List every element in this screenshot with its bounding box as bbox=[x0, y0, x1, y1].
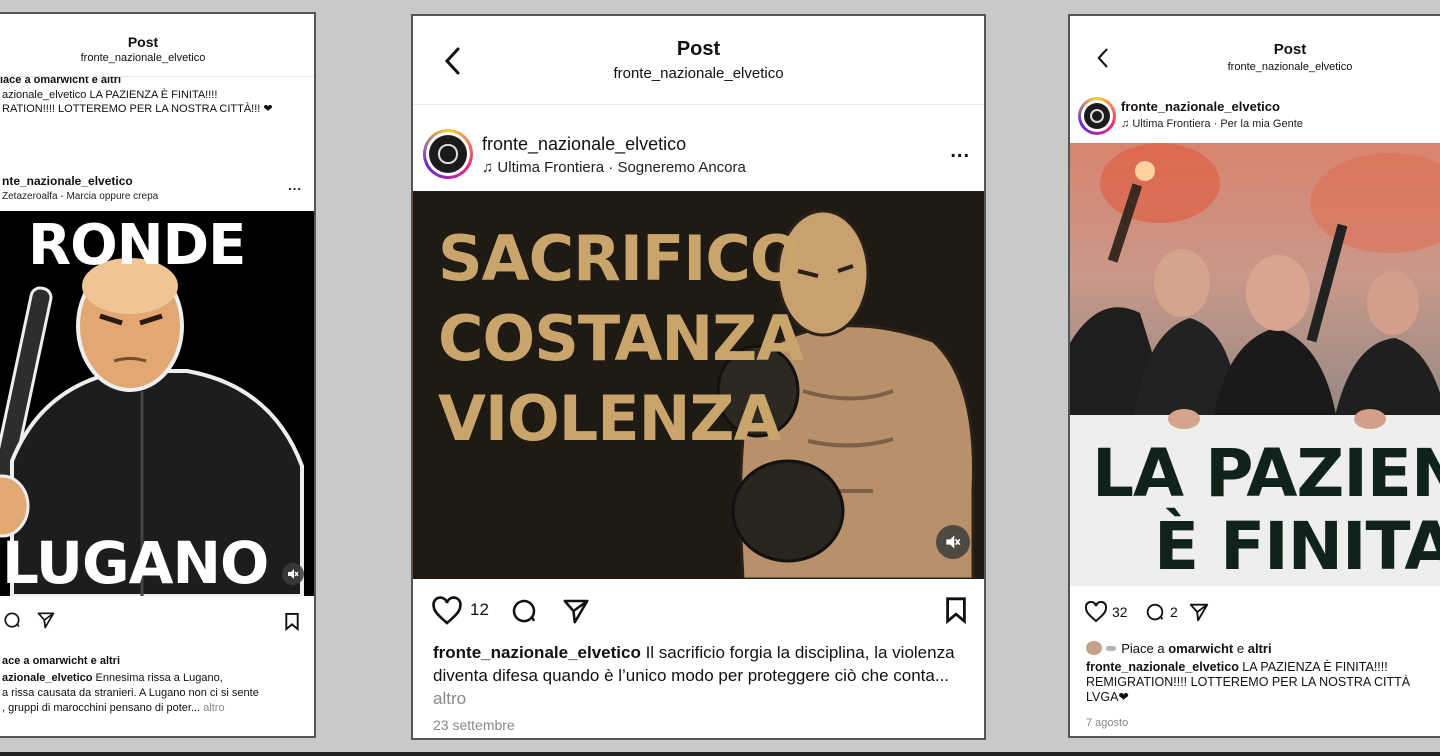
comment-icon[interactable] bbox=[1144, 601, 1166, 623]
right-comment-count[interactable]: 2 bbox=[1170, 604, 1178, 620]
mid-music: Ultima Frontiera · Sogneremo Ancora bbox=[497, 159, 746, 176]
mid-poster-line-3: VIOLENZA bbox=[438, 382, 781, 455]
right-likes-row[interactable]: Piace a omarwicht e altri bbox=[1086, 641, 1272, 656]
right-music-row[interactable]: ♫ Ultima Frontiera · Per la mia Gente bbox=[1121, 118, 1303, 130]
liker-avatars bbox=[1086, 641, 1102, 655]
avatar[interactable] bbox=[423, 129, 473, 179]
mid-poster-line-2: COSTANZA bbox=[438, 302, 804, 375]
comment-icon[interactable] bbox=[2, 610, 22, 630]
right-music: Ultima Frontiera · Per la mia Gente bbox=[1132, 118, 1303, 130]
mid-like-count[interactable]: 12 bbox=[470, 600, 489, 620]
right-header-subtitle: fronte_nazionale_elvetico bbox=[1227, 61, 1353, 73]
left-likes[interactable]: ace a omarwicht e altri bbox=[2, 655, 120, 667]
left-post-image[interactable]: RONDE LUGANO bbox=[0, 211, 314, 596]
mid-header-subtitle: fronte_nazionale_elvetico bbox=[613, 65, 784, 82]
left-caption-user[interactable]: azionale_elvetico bbox=[2, 672, 93, 684]
right-date: 7 agosto bbox=[1086, 717, 1129, 729]
left-more-options-icon[interactable]: ... bbox=[288, 178, 302, 193]
mid-caption: fronte_nazionale_elvetico Il sacrificio … bbox=[433, 642, 973, 711]
share-icon[interactable] bbox=[561, 596, 591, 626]
mid-music-row[interactable]: ♫ Ultima Frontiera · Sogneremo Ancora bbox=[482, 159, 746, 176]
left-caption-line2: a rissa causata da stranieri. A Lugano n… bbox=[2, 687, 259, 699]
left-prev-caption-line2: RATION!!!! LOTTEREMO PER LA NOSTRA CITTÀ… bbox=[2, 103, 273, 115]
bookmark-icon[interactable] bbox=[944, 596, 968, 624]
share-icon[interactable] bbox=[36, 610, 56, 630]
liker-avatar-small bbox=[1105, 646, 1116, 651]
back-icon[interactable] bbox=[1096, 46, 1110, 70]
right-likes-prefix: Piace a bbox=[1121, 641, 1169, 656]
share-icon[interactable] bbox=[1188, 601, 1210, 623]
right-header-title: Post bbox=[1273, 41, 1307, 58]
mid-post-image[interactable]: SACRIFICO COSTANZA VIOLENZA bbox=[413, 191, 984, 579]
comment-icon[interactable] bbox=[509, 596, 539, 626]
right-post-header: Post fronte_nazionale_elvetico bbox=[1228, 41, 1353, 73]
mid-poster-text: SACRIFICO COSTANZA VIOLENZA bbox=[438, 219, 804, 459]
heart-icon[interactable] bbox=[431, 596, 463, 626]
mid-more-options-icon[interactable]: ... bbox=[950, 140, 970, 163]
left-poster-top-text: RONDE bbox=[28, 213, 246, 278]
mid-date: 23 settembre bbox=[433, 717, 515, 733]
mid-post-header: Post fronte_nazionale_elvetico bbox=[413, 38, 984, 82]
left-username[interactable]: nte_nazionale_elvetico bbox=[2, 174, 133, 188]
avatar[interactable] bbox=[1078, 97, 1116, 135]
right-username[interactable]: fronte_nazionale_elvetico bbox=[1121, 99, 1280, 114]
left-post-header: Post fronte_nazionale_elvetico bbox=[0, 34, 314, 64]
right-banner-line1: LA PAZIENZA bbox=[1092, 435, 1440, 512]
mid-caption-more[interactable]: altro bbox=[433, 689, 466, 708]
right-banner-line2: È FINITA bbox=[1154, 508, 1440, 585]
left-prev-caption-line1: azionale_elvetico LA PAZIENZA È FINITA!!… bbox=[2, 89, 218, 101]
left-caption: azionale_elvetico Ennesima rissa a Lugan… bbox=[2, 671, 259, 716]
right-caption: fronte_nazionale_elvetico LA PAZIENZA È … bbox=[1086, 660, 1410, 705]
mid-poster-line-1: SACRIFICO bbox=[438, 222, 803, 295]
music-note-icon: ♫ bbox=[482, 159, 494, 176]
music-note-icon: ♫ bbox=[1121, 118, 1130, 130]
right-post-image[interactable]: LA PAZIENZA È FINITA bbox=[1070, 143, 1440, 586]
right-caption-user[interactable]: fronte_nazionale_elvetico bbox=[1086, 660, 1239, 674]
bottom-edge bbox=[0, 752, 1440, 756]
mid-header-title: Post bbox=[676, 38, 721, 60]
left-caption-line3: , gruppi di marocchini pensano di poter.… bbox=[2, 702, 201, 714]
left-post-card: Post fronte_nazionale_elvetico iace a om… bbox=[0, 12, 316, 738]
heart-icon[interactable] bbox=[1084, 601, 1108, 623]
right-likes-user[interactable]: omarwicht bbox=[1168, 641, 1233, 656]
right-post-card: Post fronte_nazionale_elvetico fronte_na… bbox=[1068, 14, 1440, 738]
mid-username[interactable]: fronte_nazionale_elvetico bbox=[482, 134, 686, 155]
right-caption-line2: REMIGRATION!!!! LOTTEREMO PER LA NOSTRA … bbox=[1086, 675, 1411, 689]
mute-icon[interactable] bbox=[936, 525, 970, 559]
right-likes-rest[interactable]: altri bbox=[1248, 641, 1272, 656]
left-header-title: Post bbox=[127, 34, 159, 50]
left-music[interactable]: Zetazeroalfa - Marcia oppure crepa bbox=[2, 191, 158, 202]
left-actions bbox=[2, 610, 56, 630]
left-header-subtitle: fronte_nazionale_elvetico bbox=[80, 52, 206, 64]
right-likes-mid: e bbox=[1233, 641, 1248, 656]
mid-caption-user[interactable]: fronte_nazionale_elvetico bbox=[433, 643, 641, 662]
right-like-count[interactable]: 32 bbox=[1112, 604, 1128, 620]
left-caption-line1: Ennesima rissa a Lugano, bbox=[92, 672, 223, 684]
left-poster-bottom-text: LUGANO bbox=[2, 529, 269, 596]
mid-post-card: Post fronte_nazionale_elvetico fronte_na… bbox=[411, 14, 986, 740]
bookmark-icon[interactable] bbox=[284, 612, 300, 631]
right-caption-line3: LVGA❤ bbox=[1086, 690, 1129, 704]
left-caption-more[interactable]: altro bbox=[203, 702, 224, 714]
mute-icon[interactable] bbox=[282, 563, 304, 585]
left-prev-caption: azionale_elvetico LA PAZIENZA È FINITA!!… bbox=[2, 88, 273, 116]
right-caption-line1: LA PAZIENZA È FINITA!!!! bbox=[1238, 660, 1388, 674]
